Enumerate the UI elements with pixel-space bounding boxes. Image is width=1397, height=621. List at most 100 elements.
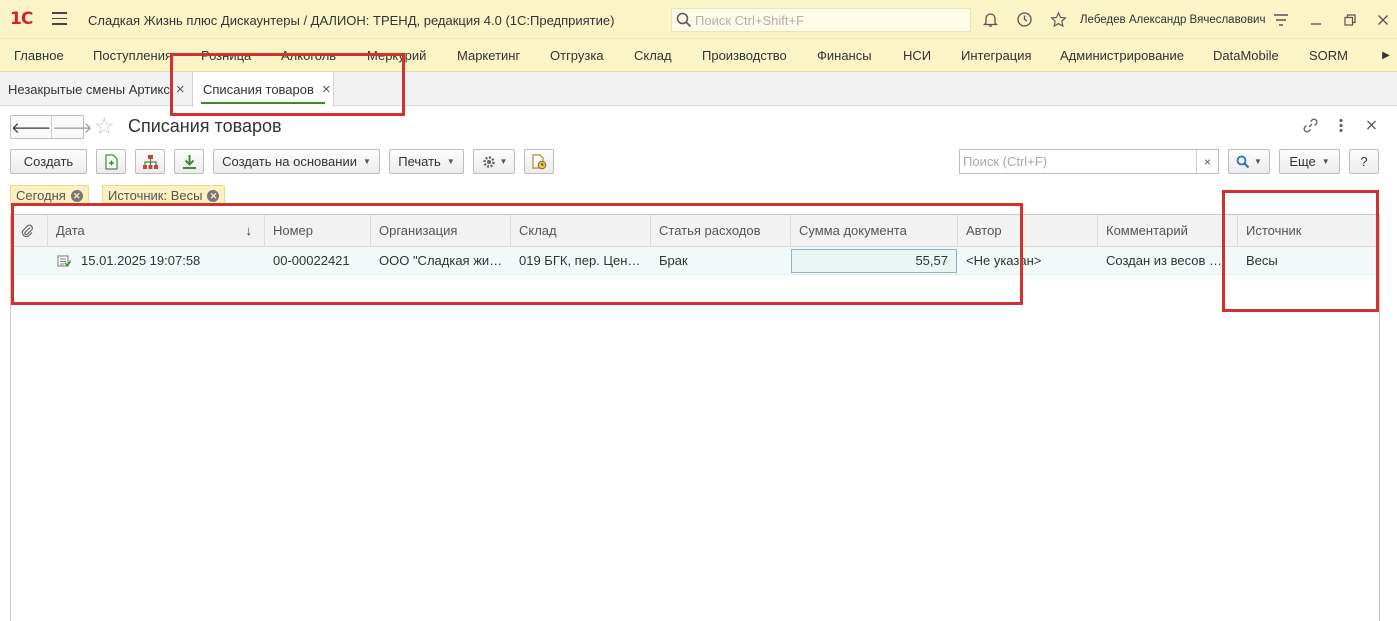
- attachments-column-header[interactable]: [11, 215, 48, 247]
- clear-search-icon[interactable]: ×: [1196, 150, 1218, 173]
- sort-descending-icon: ↓: [245, 223, 253, 238]
- cell-warehouse: 019 БГК, пер. Центральный: [519, 253, 651, 268]
- restore-icon[interactable]: [1341, 11, 1358, 28]
- column-header-date[interactable]: Дата ↓: [48, 215, 265, 247]
- main-menu-icon[interactable]: [52, 12, 67, 25]
- copy-document-button[interactable]: [96, 149, 126, 174]
- bell-icon[interactable]: [982, 11, 999, 28]
- cell-number: 00-00022421: [273, 253, 350, 268]
- close-window-icon[interactable]: [1374, 11, 1391, 28]
- column-label: Дата: [56, 223, 85, 238]
- structure-button[interactable]: [135, 149, 165, 174]
- menu-item-finance[interactable]: Финансы: [817, 48, 872, 63]
- column-header-source[interactable]: Источник: [1238, 215, 1379, 247]
- menu-item-mercury[interactable]: Меркурий: [367, 48, 426, 63]
- menu-item-shipment[interactable]: Отгрузка: [550, 48, 604, 63]
- link-icon[interactable]: [1302, 117, 1319, 138]
- column-header-organization[interactable]: Организация: [371, 215, 511, 247]
- menu-item-marketing[interactable]: Маркетинг: [457, 48, 520, 63]
- cell-author: <Не указан>: [966, 253, 1042, 268]
- favorites-star-icon[interactable]: [1050, 11, 1067, 28]
- menu-item-datamobile[interactable]: DataMobile: [1213, 48, 1279, 63]
- filter-label: Источник: Весы: [108, 188, 203, 203]
- tab-write-offs[interactable]: Списания товаров ×: [192, 72, 334, 107]
- close-icon[interactable]: ×: [322, 81, 331, 98]
- minimize-icon[interactable]: [1307, 11, 1324, 28]
- cell-organization: ООО "Сладкая жизнь плюс": [379, 253, 511, 268]
- menu-item-sorm[interactable]: SORM: [1309, 48, 1348, 63]
- column-header-author[interactable]: Автор: [958, 215, 1098, 247]
- global-search-box[interactable]: [671, 8, 971, 32]
- app-logo[interactable]: 1С: [10, 9, 33, 29]
- menu-item-nsi[interactable]: НСИ: [903, 48, 931, 63]
- column-header-amount[interactable]: Сумма документа: [791, 215, 958, 247]
- cell-amount[interactable]: 55,57: [791, 249, 957, 273]
- filter-label: Сегодня: [16, 188, 66, 203]
- column-header-comment[interactable]: Комментарий: [1098, 215, 1238, 247]
- sections-menu: Главное Поступления Розница Алкоголь Мер…: [0, 38, 1397, 72]
- current-user[interactable]: Лебедев Александр Вячеславович: [1080, 14, 1265, 26]
- remove-filter-icon[interactable]: ✕: [70, 189, 83, 202]
- filter-chip-source[interactable]: Источник: Весы ✕: [102, 185, 226, 206]
- title-bar: 1С Сладкая Жизнь плюс Дискаунтеры / ДАЛИ…: [0, 0, 1397, 38]
- close-icon[interactable]: ×: [176, 81, 185, 98]
- print-button[interactable]: Печать ▼: [389, 149, 464, 174]
- chevron-down-icon: ▼: [362, 157, 371, 166]
- list-search-box[interactable]: ×: [959, 149, 1219, 174]
- search-icon: [1236, 155, 1250, 168]
- tab-label: Незакрытые смены Артикс: [8, 81, 170, 97]
- download-icon: [182, 154, 196, 169]
- load-button[interactable]: [174, 149, 204, 174]
- table-row[interactable]: 15.01.2025 19:07:58 00-00022421 ООО "Сла…: [11, 247, 1379, 275]
- global-search-input[interactable]: [695, 12, 965, 28]
- tab-open-shifts[interactable]: Незакрытые смены Артикс ×: [0, 72, 192, 106]
- close-form-icon[interactable]: [1366, 117, 1377, 138]
- back-arrow-icon[interactable]: 🡐: [11, 116, 51, 138]
- cell-comment: Создан из весов Mettler: [1106, 253, 1238, 268]
- window-title: Сладкая Жизнь плюс Дискаунтеры / ДАЛИОН:…: [88, 13, 615, 28]
- column-header-number[interactable]: Номер: [265, 215, 371, 247]
- paperclip-icon: [21, 224, 33, 238]
- menu-item-receipts[interactable]: Поступления: [93, 48, 172, 63]
- create-button[interactable]: Создать: [10, 149, 87, 174]
- menu-item-production[interactable]: Производство: [702, 48, 787, 63]
- documents-table[interactable]: Дата ↓ Номер Организация Склад Статья ра…: [10, 214, 1380, 621]
- more-actions-icon[interactable]: [1337, 117, 1345, 138]
- hierarchy-icon: [142, 154, 158, 169]
- menu-item-alcohol[interactable]: Алкоголь: [281, 48, 336, 63]
- forward-arrow-icon[interactable]: 🡒: [51, 116, 92, 138]
- tools-menu-button[interactable]: ▼: [473, 149, 515, 174]
- menu-item-integration[interactable]: Интеграция: [961, 48, 1032, 63]
- menu-item-main[interactable]: Главное: [14, 48, 64, 63]
- navigation-buttons: 🡐 🡒: [10, 115, 92, 139]
- table-header: Дата ↓ Номер Организация Склад Статья ра…: [11, 215, 1379, 247]
- create-based-on-button[interactable]: Создать на основании ▼: [213, 149, 380, 174]
- menu-item-administration[interactable]: Администрирование: [1060, 48, 1184, 63]
- more-button[interactable]: Еще ▼: [1279, 149, 1340, 174]
- tab-label: Списания товаров: [203, 82, 314, 97]
- remove-filter-icon[interactable]: ✕: [207, 189, 220, 202]
- print-label: Печать: [398, 154, 441, 169]
- column-header-expense-item[interactable]: Статья расходов: [651, 215, 791, 247]
- chevron-down-icon: ▼: [446, 157, 455, 166]
- menu-item-warehouse[interactable]: Склад: [634, 48, 672, 63]
- filter-chip-today[interactable]: Сегодня ✕: [10, 185, 89, 206]
- cell-expense-item: Брак: [659, 253, 688, 268]
- active-tab-indicator: [201, 102, 325, 104]
- report-button[interactable]: [524, 149, 554, 174]
- search-options-button[interactable]: ▼: [1228, 149, 1270, 174]
- report-clock-icon: [532, 153, 547, 169]
- history-icon[interactable]: [1016, 11, 1033, 28]
- settings-menu-icon[interactable]: [1272, 11, 1289, 28]
- chevron-down-icon: ▼: [1321, 157, 1330, 166]
- cell-source: Весы: [1246, 253, 1278, 268]
- help-button[interactable]: ?: [1349, 149, 1379, 174]
- column-header-warehouse[interactable]: Склад: [511, 215, 651, 247]
- form-title: Списания товаров: [128, 116, 282, 136]
- menu-item-retail[interactable]: Розница: [201, 48, 251, 63]
- add-to-favorites-star-icon[interactable]: ☆: [94, 113, 115, 139]
- menu-scroll-right-icon[interactable]: ▶: [1375, 39, 1397, 72]
- list-search-input[interactable]: [963, 154, 1193, 169]
- more-label: Еще: [1289, 154, 1316, 169]
- cell-date: 15.01.2025 19:07:58: [81, 253, 201, 268]
